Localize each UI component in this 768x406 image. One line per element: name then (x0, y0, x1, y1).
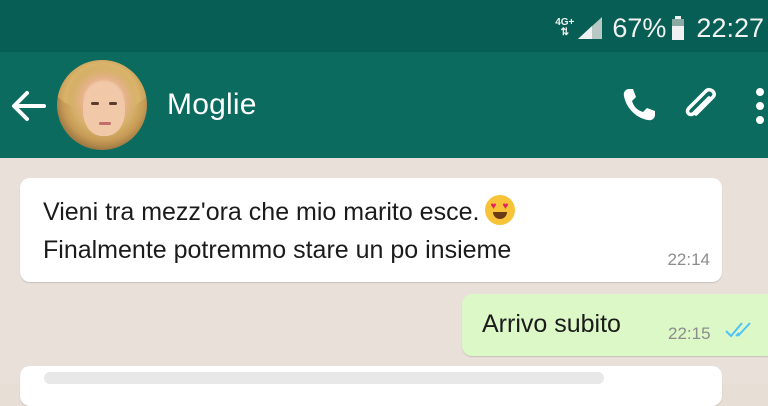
avatar-eye-left (91, 102, 99, 105)
status-bar: 4G+ ⇅ 67% 22:27 (0, 0, 768, 52)
network-type-indicator: 4G+ ⇅ (555, 18, 574, 38)
message-line: Finalmente potremmo stare un po insieme (43, 236, 512, 264)
incoming-message-partial[interactable] (20, 366, 722, 406)
more-vertical-icon[interactable] (752, 86, 768, 126)
double-check-icon (725, 322, 751, 338)
network-arrows-icon: ⇅ (560, 27, 569, 38)
battery-percent: 67% (612, 12, 667, 43)
avatar-mouth (99, 122, 111, 125)
message-line: Vieni tra mezz'ora che mio marito esce. ♥… (43, 195, 516, 228)
heart-left-icon: ♥ (490, 201, 497, 213)
message-text: Arrivo subito (482, 310, 621, 338)
contact-name[interactable]: Moglie (167, 88, 257, 122)
status-bar-right: 4G+ ⇅ 67% 22:27 (555, 8, 764, 48)
chat-header: Moglie (0, 52, 768, 158)
battery-icon (672, 16, 685, 40)
truncated-message-placeholder (44, 372, 604, 384)
heart-right-icon: ♥ (502, 201, 509, 213)
back-arrow-icon[interactable] (10, 90, 46, 122)
message-time: 22:15 (668, 324, 711, 343)
paperclip-icon[interactable] (680, 84, 720, 126)
outgoing-message[interactable]: Arrivo subito 22:15 (462, 294, 768, 356)
incoming-message[interactable]: Vieni tra mezz'ora che mio marito esce. ♥… (20, 178, 722, 282)
avatar-eye-right (109, 102, 117, 105)
avatar-face (83, 82, 125, 136)
message-time: 22:14 (667, 250, 710, 269)
cell-signal-icon (578, 17, 603, 39)
emoji-mouth (493, 212, 508, 220)
phone-icon[interactable] (620, 86, 658, 124)
status-clock: 22:27 (696, 12, 764, 43)
message-text: Vieni tra mezz'ora che mio marito esce. (43, 198, 480, 226)
heart-eyes-emoji-icon: ♥ ♥ (485, 195, 516, 226)
contact-avatar[interactable] (57, 60, 147, 150)
